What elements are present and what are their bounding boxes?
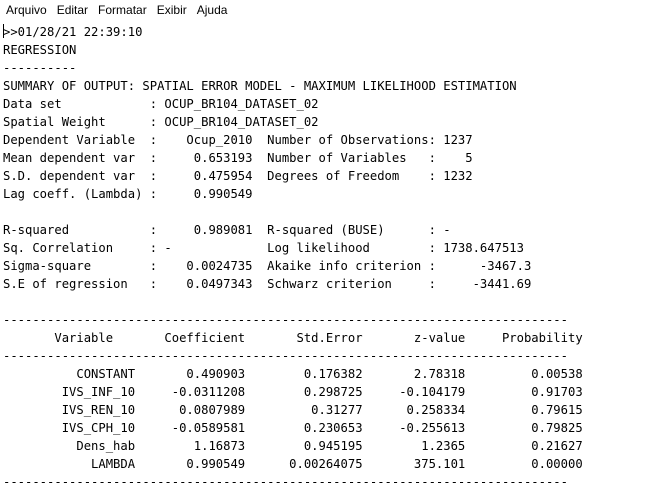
- output-line: ----------------------------------------…: [3, 313, 568, 327]
- output-line: ----------------------------------------…: [3, 349, 568, 363]
- output-line: Spatial Weight : OCUP_BR104_DATASET_02: [3, 115, 319, 129]
- output-line: IVS_INF_10 -0.0311208 0.298725 -0.104179…: [3, 385, 583, 399]
- menu-formatar[interactable]: Formatar: [93, 0, 152, 20]
- text-editor-area[interactable]: >>01/28/21 22:39:10 REGRESSION ---------…: [0, 20, 672, 483]
- output-line: Dens_hab 1.16873 0.945195 1.2365 0.21627: [3, 439, 583, 453]
- text-caret: [3, 24, 4, 38]
- output-line: R-squared : 0.989081 R-squared (BUSE) : …: [3, 223, 451, 237]
- output-line: S.D. dependent var : 0.475954 Degrees of…: [3, 169, 473, 183]
- output-line: ----------: [3, 61, 77, 75]
- output-line: IVS_CPH_10 -0.0589581 0.230653 -0.255613…: [3, 421, 583, 435]
- regression-output: >>01/28/21 22:39:10 REGRESSION ---------…: [0, 20, 672, 483]
- menu-arquivo[interactable]: Arquivo: [0, 0, 52, 20]
- output-line: IVS_REN_10 0.0807989 0.31277 0.258334 0.…: [3, 403, 583, 417]
- output-line: ----------------------------------------…: [3, 475, 568, 483]
- output-line: SUMMARY OF OUTPUT: SPATIAL ERROR MODEL -…: [3, 79, 517, 93]
- menu-exibir[interactable]: Exibir: [152, 0, 192, 20]
- output-line: CONSTANT 0.490903 0.176382 2.78318 0.005…: [3, 367, 583, 381]
- menu-ajuda[interactable]: Ajuda: [192, 0, 233, 20]
- menu-bar: Arquivo Editar Formatar Exibir Ajuda: [0, 0, 672, 20]
- output-line: >>01/28/21 22:39:10: [3, 25, 143, 39]
- output-line: LAMBDA 0.990549 0.00264075 375.101 0.000…: [3, 457, 583, 471]
- output-line: Data set : OCUP_BR104_DATASET_02: [3, 97, 319, 111]
- output-line: Mean dependent var : 0.653193 Number of …: [3, 151, 473, 165]
- output-line: S.E of regression : 0.0497343 Schwarz cr…: [3, 277, 532, 291]
- output-line: REGRESSION: [3, 43, 77, 57]
- output-line: Sq. Correlation : - Log likelihood : 173…: [3, 241, 524, 255]
- menu-editar[interactable]: Editar: [52, 0, 93, 20]
- output-line: Dependent Variable : Ocup_2010 Number of…: [3, 133, 473, 147]
- output-line: Variable Coefficient Std.Error z-value P…: [3, 331, 583, 345]
- output-line: Sigma-square : 0.0024735 Akaike info cri…: [3, 259, 532, 273]
- output-line: Lag coeff. (Lambda) : 0.990549: [3, 187, 253, 201]
